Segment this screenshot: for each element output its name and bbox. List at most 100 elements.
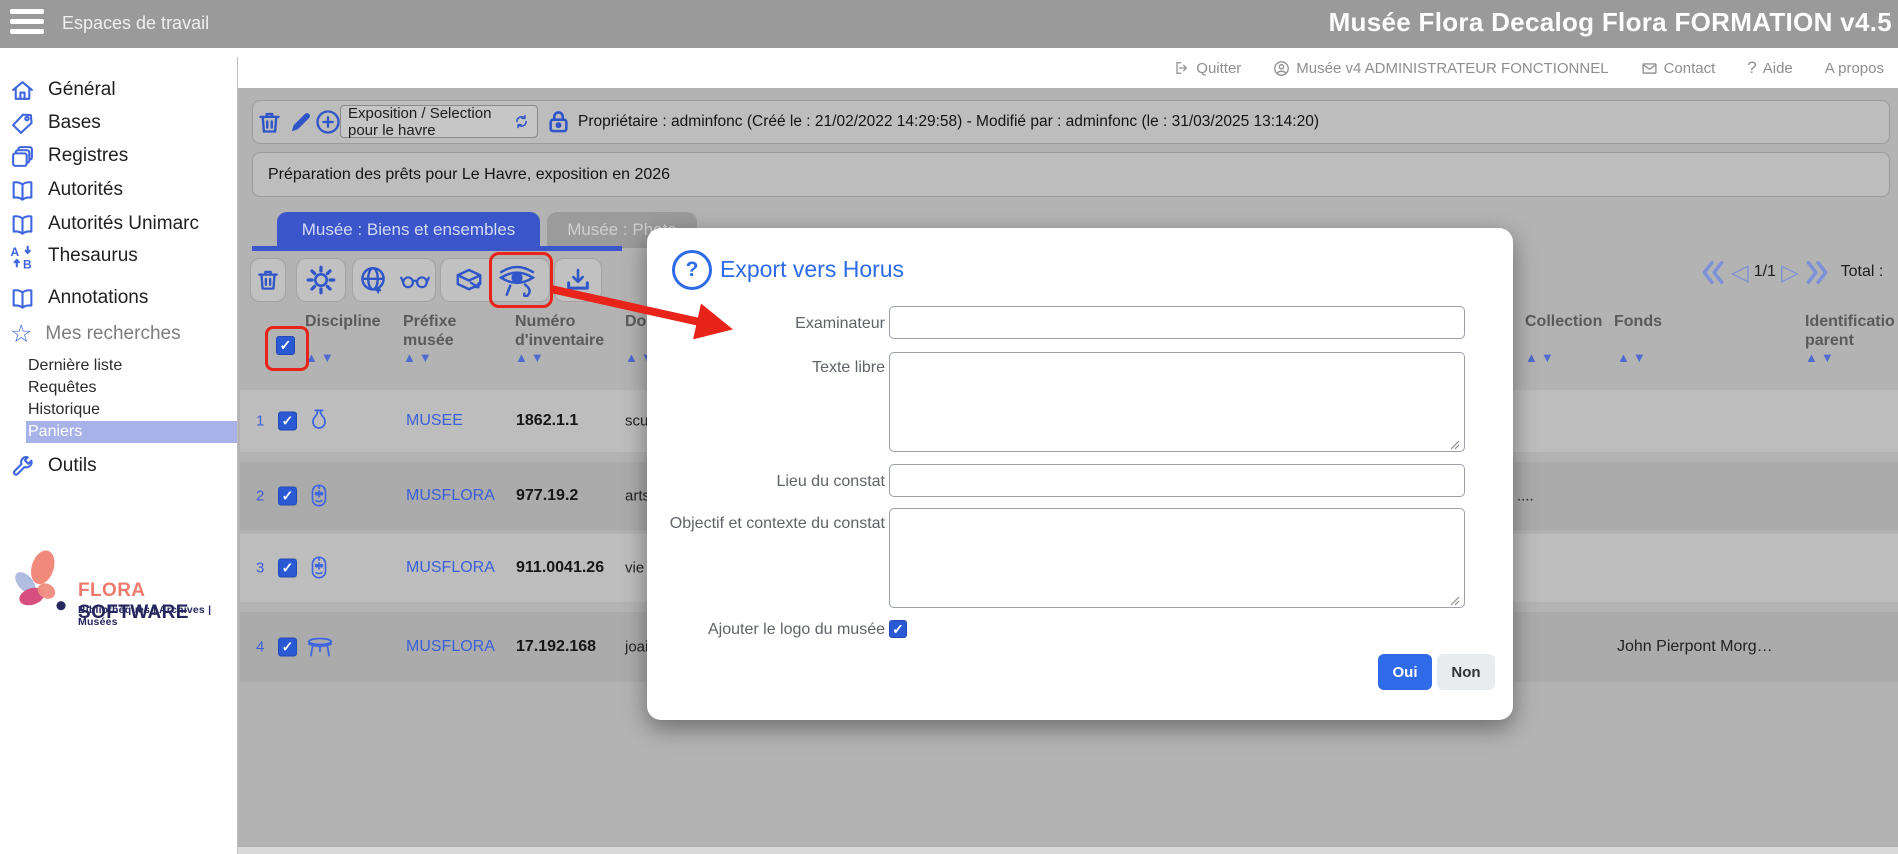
prefix-link[interactable]: MUSEE (406, 412, 463, 430)
sort-arrows-icon[interactable]: ▲▼ (403, 350, 435, 365)
sidebar-item-thesaurus[interactable]: AB Thesaurus (10, 242, 138, 270)
previous-page-icon[interactable]: ◁ (1731, 261, 1749, 284)
no-button[interactable]: Non (1437, 654, 1495, 690)
delete-items-button[interactable] (250, 258, 286, 302)
texte-libre-textarea[interactable] (889, 352, 1465, 452)
examinateur-input[interactable] (889, 306, 1465, 339)
book-icon (10, 286, 35, 311)
field-label-ajouter-logo: Ajouter le logo du musée (667, 620, 885, 640)
sidebar-item-mes-recherches[interactable]: ☆ Mes recherches (10, 320, 181, 348)
row-number: 1 (256, 413, 264, 430)
column-header-identification-parent[interactable]: Identificatio parent (1805, 312, 1898, 350)
user-account[interactable]: Musée v4 ADMINISTRATEUR FONCTIONNEL (1273, 60, 1608, 77)
inventory-number: 977.19.2 (516, 487, 578, 505)
sub-item-label: Historique (28, 401, 100, 419)
sidebar-label: Bases (48, 112, 101, 134)
plus-circle-icon (314, 108, 342, 136)
sidebar-item-bases[interactable]: Bases (10, 109, 101, 137)
publish-view-button-group[interactable] (352, 258, 436, 302)
ajouter-logo-checkbox[interactable]: ✓ (889, 620, 907, 638)
select-all-checkbox[interactable]: ✓ (276, 336, 295, 355)
next-page-icon[interactable]: ▷ (1781, 261, 1799, 284)
star-icon: ☆ (10, 324, 32, 344)
download-button[interactable] (554, 258, 602, 302)
bottom-strip (238, 847, 1898, 854)
sort-arrows-icon[interactable]: ▲▼ (305, 350, 337, 365)
help-button[interactable]: ? Aide (1747, 58, 1793, 78)
objectif-contexte-textarea[interactable] (889, 508, 1465, 608)
export-horus-dialog: ? Export vers Horus Examinateur Texte li… (647, 228, 1513, 720)
sidebar-item-annotations[interactable]: Annotations (10, 284, 148, 312)
delete-workspace-button[interactable] (256, 109, 283, 136)
sidebar-label: Annotations (48, 287, 148, 309)
last-page-icon[interactable] (1804, 259, 1830, 286)
sort-arrows-icon[interactable]: ▲▼ (1617, 350, 1649, 365)
sidebar-item-autorites[interactable]: Autorités (10, 176, 123, 204)
sidebar-label: Mes recherches (45, 323, 180, 345)
sort-arrows-icon[interactable]: ▲▼ (1525, 350, 1557, 365)
page-indicator: 1/1 (1754, 263, 1776, 281)
edit-workspace-button[interactable] (288, 109, 314, 135)
sidebar-item-outils[interactable]: Outils (10, 452, 97, 480)
lieu-du-constat-input[interactable] (889, 464, 1465, 497)
domain-cell: joai (625, 639, 648, 656)
svg-text:B: B (23, 257, 32, 269)
prefix-link[interactable]: MUSFLORA (406, 487, 495, 505)
column-header-prefixe[interactable]: Préfixe musée (403, 312, 475, 350)
tab-biens-et-ensembles[interactable]: Musée : Biens et ensembles (277, 212, 540, 248)
contact-button[interactable]: Contact (1641, 60, 1716, 77)
user-label: Musée v4 ADMINISTRATEUR FONCTIONNEL (1296, 60, 1608, 77)
gear-icon (306, 265, 336, 295)
fonds-cell: John Pierpont Morg… (1617, 638, 1773, 656)
tag-icon (10, 111, 35, 136)
row-checkbox[interactable]: ✓ (278, 412, 297, 431)
translate-icon: AB (10, 244, 35, 269)
globe-icon (358, 265, 388, 295)
svg-text:A: A (11, 244, 20, 258)
truncated-cell-fragment: .... (1517, 488, 1534, 505)
inventory-number: 17.192.168 (516, 638, 596, 656)
row-checkbox[interactable]: ✓ (278, 638, 297, 657)
sidebar-label: Thesaurus (48, 245, 138, 267)
prefix-link[interactable]: MUSFLORA (406, 559, 495, 577)
about-button[interactable]: A propos (1825, 60, 1884, 77)
mask-icon (306, 481, 332, 511)
settings-button[interactable] (296, 258, 346, 302)
sidebar-item-registres[interactable]: Registres (10, 142, 128, 170)
domain-cell: vie (625, 560, 644, 577)
first-page-icon[interactable] (1700, 259, 1726, 286)
workspace-menu-label[interactable]: Espaces de travail (62, 13, 209, 34)
dialog-title: Export vers Horus (720, 256, 904, 283)
logo-tagline: Bibliothèques | Archives | Musées (78, 604, 228, 628)
export-button-group[interactable] (440, 258, 550, 302)
sidebar-item-historique[interactable]: Historique (28, 399, 100, 421)
sidebar-item-general[interactable]: Général (10, 76, 116, 104)
column-header-fonds[interactable]: Fonds (1614, 312, 1674, 331)
sidebar-item-derniere-liste[interactable]: Dernière liste (28, 355, 122, 377)
trash-icon (256, 109, 283, 136)
column-header-discipline[interactable]: Discipline (305, 312, 395, 331)
sort-arrows-icon[interactable]: ▲▼ (1805, 350, 1837, 365)
logo-petals-icon (8, 546, 72, 616)
sidebar-item-autorites-unimarc[interactable]: Autorités Unimarc (10, 210, 199, 238)
add-workspace-button[interactable] (314, 108, 342, 136)
book-icon (10, 212, 35, 237)
vase-icon (306, 406, 332, 436)
question-circle-icon[interactable]: ? (672, 250, 712, 290)
sidebar-item-paniers-selected[interactable]: Paniers (26, 421, 237, 443)
workspace-selector-dropdown[interactable]: Exposition / Selection pour le havre (340, 105, 538, 138)
yes-button[interactable]: Oui (1378, 654, 1432, 690)
row-checkbox[interactable]: ✓ (278, 559, 297, 578)
refresh-icon[interactable] (513, 113, 530, 130)
horus-eye-icon[interactable] (497, 263, 537, 297)
sort-arrows-icon[interactable]: ▲▼ (515, 350, 547, 365)
sidebar-item-requetes[interactable]: Requêtes (28, 377, 97, 399)
domain-cell: scu (625, 413, 648, 430)
quit-button[interactable]: Quitter (1174, 60, 1241, 77)
hamburger-menu-icon[interactable] (10, 9, 44, 39)
yes-label: Oui (1393, 664, 1418, 681)
column-header-numero[interactable]: Numéro d'inventaire (515, 312, 623, 350)
prefix-link[interactable]: MUSFLORA (406, 638, 495, 656)
lock-icon[interactable] (544, 107, 573, 136)
row-checkbox[interactable]: ✓ (278, 487, 297, 506)
